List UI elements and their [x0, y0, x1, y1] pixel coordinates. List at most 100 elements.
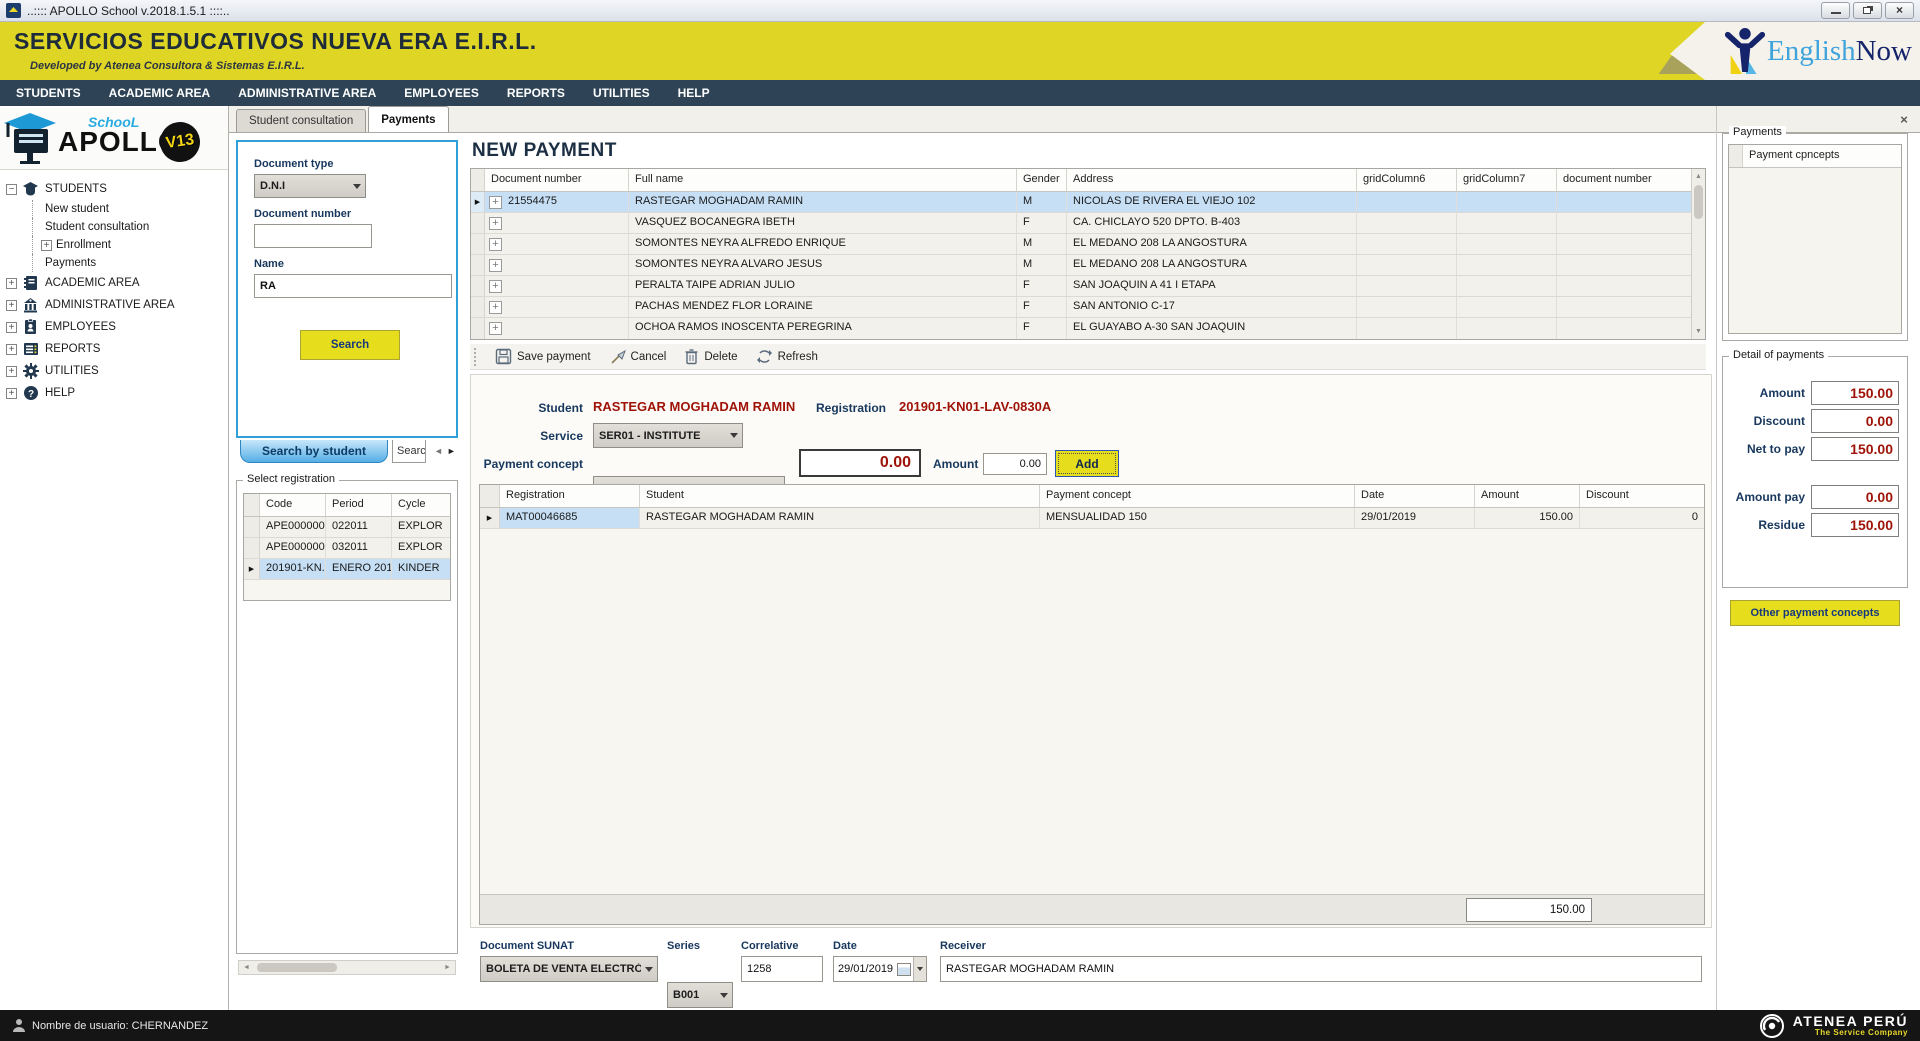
- expand-row-icon[interactable]: [489, 259, 502, 272]
- document-sunat-combo[interactable]: BOLETA DE VENTA ELECTRÓNI: [480, 956, 658, 982]
- residue-label: Residue: [1723, 518, 1811, 532]
- correlative-label: Correlative: [741, 940, 798, 952]
- atenea-name: ATENEA PERÚ: [1793, 1014, 1908, 1028]
- menu-academic-area[interactable]: ACADEMIC AREA: [95, 80, 225, 106]
- tab-close-icon[interactable]: ×: [1896, 112, 1912, 128]
- minimize-button[interactable]: [1821, 2, 1850, 19]
- scroll-right-icon[interactable]: [440, 961, 455, 974]
- add-button[interactable]: Add: [1055, 450, 1119, 477]
- tree-academic-area[interactable]: ACADEMIC AREA: [6, 272, 224, 294]
- chevron-down-icon: [913, 957, 926, 981]
- registration-row-selected[interactable]: 201901-KN... ENERO 2019 KINDER: [244, 559, 450, 580]
- menu-students[interactable]: STUDENTS: [2, 80, 95, 106]
- tree-employees[interactable]: EMPLOYEES: [6, 316, 224, 338]
- student-row[interactable]: SOMONTES NEYRA ALVARO JESUS M EL MEDANO …: [471, 255, 1691, 276]
- vertical-scrollbar[interactable]: [1691, 169, 1705, 339]
- service-combo[interactable]: SER01 - INSTITUTE: [593, 423, 743, 448]
- amount-input[interactable]: [983, 453, 1047, 475]
- tree-student-consultation[interactable]: Student consultation: [32, 218, 224, 236]
- tab-search-by-student[interactable]: Search by student: [240, 440, 388, 463]
- document-type-combo[interactable]: D.N.I: [254, 174, 366, 198]
- student-row[interactable]: OCHOA RAMOS INOSCENTA PEREGRINA F EL GUA…: [471, 318, 1691, 339]
- tree-payments[interactable]: Payments: [32, 254, 224, 272]
- menu-employees[interactable]: EMPLOYEES: [390, 80, 493, 106]
- tree-enrollment[interactable]: Enrollment: [32, 236, 224, 254]
- menu-administrative-area[interactable]: ADMINISTRATIVE AREA: [224, 80, 390, 106]
- student-row-selected[interactable]: 21554475 RASTEGAR MOGHADAM RAMIN M NICOL…: [471, 192, 1691, 213]
- payments-group-label: Payments: [1729, 126, 1786, 138]
- tab-student-consultation[interactable]: Student consultation: [236, 109, 366, 132]
- scroll-right-icon[interactable]: [447, 446, 456, 456]
- expand-icon[interactable]: [6, 278, 17, 289]
- collapse-icon[interactable]: [6, 184, 17, 195]
- correlative-input[interactable]: [741, 956, 823, 982]
- atenea-logo: ATENEA PERÚ The Service Company: [1759, 1013, 1908, 1039]
- col-payment-concept: Payment concept: [1040, 485, 1355, 507]
- payment-row-selected[interactable]: MAT00046685 RASTEGAR MOGHADAM RAMIN MENS…: [480, 508, 1704, 529]
- company-subtitle: Developed by Atenea Consultora & Sistema…: [30, 60, 305, 72]
- menu-help[interactable]: HELP: [664, 80, 724, 106]
- atenea-slogan: The Service Company: [1793, 1028, 1908, 1037]
- sidebar: SchooL APOLLO V13 STUDENTS New student S…: [0, 106, 229, 1010]
- registration-row[interactable]: APE0000004 022011 EXPLOR: [244, 517, 450, 538]
- student-row[interactable]: PACHAS MENDEZ FLOR LORAINE F SAN ANTONIO…: [471, 297, 1691, 318]
- expand-icon[interactable]: [6, 344, 17, 355]
- amount-pay-label: Amount pay: [1723, 490, 1811, 504]
- expand-row-icon[interactable]: [489, 301, 502, 314]
- detail-of-payments-group: Detail of payments Amount 150.00 Discoun…: [1722, 356, 1908, 588]
- refresh-icon: [756, 348, 773, 365]
- expand-icon[interactable]: [6, 300, 17, 311]
- expand-row-icon[interactable]: [489, 196, 502, 209]
- scroll-left-icon[interactable]: [434, 446, 443, 456]
- student-row[interactable]: SOMONTES NEYRA ALFREDO ENRIQUE M EL MEDA…: [471, 234, 1691, 255]
- scrollbar-thumb[interactable]: [257, 963, 337, 972]
- expand-row-icon[interactable]: [489, 217, 502, 230]
- refresh-button[interactable]: Refresh: [747, 344, 827, 369]
- tab-payments[interactable]: Payments: [368, 106, 448, 132]
- series-combo[interactable]: B001: [667, 982, 733, 1008]
- tree-utilities[interactable]: UTILITIES: [6, 360, 224, 382]
- menu-utilities[interactable]: UTILITIES: [579, 80, 664, 106]
- student-row[interactable]: VASQUEZ BOCANEGRA IBETH F CA. CHICLAYO 5…: [471, 213, 1691, 234]
- scroll-left-icon[interactable]: [239, 961, 254, 974]
- expand-icon[interactable]: [41, 240, 52, 251]
- tree-administrative-area[interactable]: ADMINISTRATIVE AREA: [6, 294, 224, 316]
- student-row[interactable]: PERALTA TAIPE ADRIAN JULIO F SAN JOAQUIN…: [471, 276, 1691, 297]
- question-icon: ?: [22, 385, 39, 402]
- expand-icon[interactable]: [6, 322, 17, 333]
- horizontal-scrollbar[interactable]: [238, 960, 456, 975]
- scrollbar-thumb[interactable]: [1694, 185, 1703, 219]
- expand-row-icon[interactable]: [489, 280, 502, 293]
- document-sunat-label: Document SUNAT: [480, 940, 574, 952]
- document-number-input[interactable]: [254, 224, 372, 248]
- expand-icon[interactable]: [6, 366, 17, 377]
- tree-reports[interactable]: REPORTS: [6, 338, 224, 360]
- tree-help[interactable]: ? HELP: [6, 382, 224, 404]
- name-input[interactable]: [254, 274, 452, 298]
- delete-button[interactable]: Delete: [675, 344, 746, 369]
- tab-search-partial[interactable]: Searc: [392, 440, 426, 463]
- scroll-down-icon[interactable]: [1692, 324, 1705, 339]
- student-label: Student: [531, 401, 583, 415]
- tree-students[interactable]: STUDENTS: [6, 178, 224, 200]
- expand-row-icon[interactable]: [489, 238, 502, 251]
- cancel-button[interactable]: Cancel: [600, 344, 676, 369]
- col-cycle: Cycle: [392, 494, 450, 516]
- status-bar: Nombre de usuario: CHERNANDEZ ATENEA PER…: [0, 1010, 1920, 1041]
- payments-grid-empty-area: [480, 529, 1704, 894]
- search-button[interactable]: Search: [300, 330, 400, 360]
- col-document-number: Document number: [485, 169, 629, 191]
- scroll-up-icon[interactable]: [1692, 169, 1705, 184]
- date-picker[interactable]: 29/01/2019: [833, 956, 927, 982]
- menu-reports[interactable]: REPORTS: [493, 80, 579, 106]
- restore-button[interactable]: [1853, 2, 1882, 19]
- receiver-input[interactable]: [940, 956, 1702, 982]
- registration-row[interactable]: APE0000005 032011 EXPLOR: [244, 538, 450, 559]
- close-button[interactable]: ×: [1885, 2, 1914, 19]
- tree-new-student[interactable]: New student: [32, 200, 224, 218]
- payments-grid-footer: 150.00: [480, 894, 1704, 924]
- expand-icon[interactable]: [6, 388, 17, 399]
- expand-row-icon[interactable]: [489, 322, 502, 335]
- save-payment-button[interactable]: Save payment: [486, 344, 600, 369]
- other-payment-concepts-button[interactable]: Other payment concepts: [1730, 600, 1900, 626]
